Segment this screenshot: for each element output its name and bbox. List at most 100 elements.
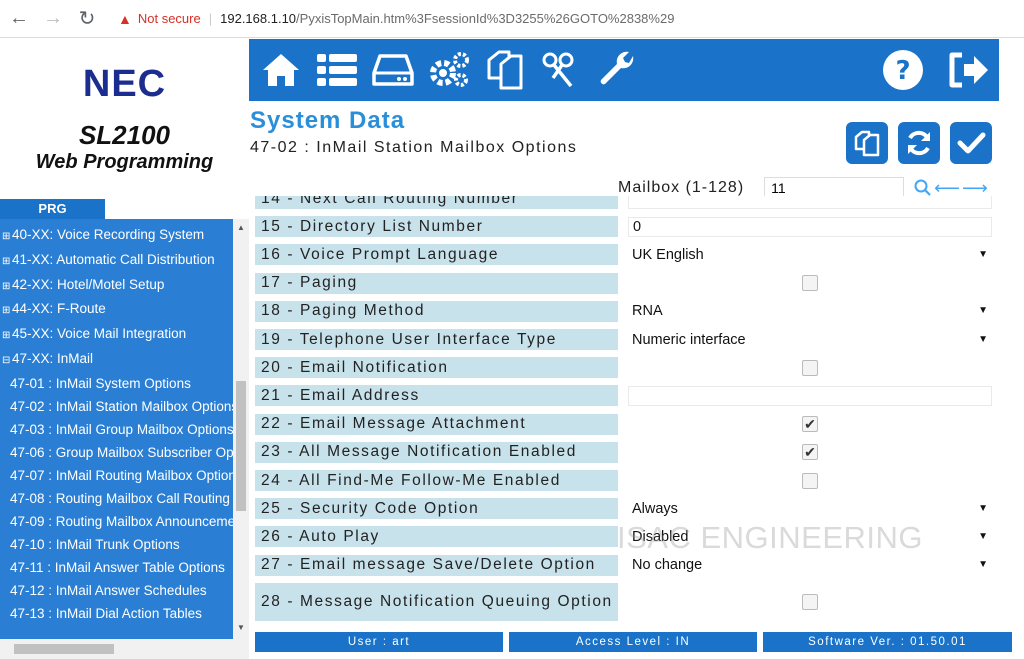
setting-row: 22 - Email Message Attachment ✔ [255,413,995,435]
refresh-button[interactable] [898,122,940,164]
setting-checkbox[interactable]: ✔ [802,416,818,433]
sidebar-subitem[interactable]: 47-01 : InMail System Options [0,372,249,395]
setting-checkbox[interactable]: ✔ [802,444,818,461]
dropdown-caret-icon: ▼ [978,559,988,571]
sidebar-hscrollbar[interactable] [0,639,249,659]
wrench-icon[interactable] [593,46,641,94]
reload-icon[interactable]: ↻ [72,4,102,34]
sidebar-item-group[interactable]: ⊞ 45-XX: Voice Mail Integration [0,322,249,347]
setting-text-input[interactable] [628,385,992,406]
scroll-down-icon[interactable]: ▼ [237,623,245,632]
sidebar-subitem[interactable]: 47-12 : InMail Answer Schedules [0,579,249,602]
sidebar-subitem[interactable]: 47-10 : InMail Trunk Options [0,533,249,556]
sidebar-item-label: 47-XX: InMail [12,350,94,366]
page-title: System Data [250,107,406,134]
sidebar-subitem[interactable]: 47-02 : InMail Station Mailbox Options [0,395,249,418]
scissors-icon[interactable] [537,46,585,94]
sidebar-subitem[interactable]: 47-08 : Routing Mailbox Call Routing [0,487,249,510]
setting-label: 27 - Email message Save/Delete Option [255,554,618,576]
setting-checkbox[interactable] [802,593,818,610]
sidebar-subitem[interactable]: 47-03 : InMail Group Mailbox Options [0,418,249,441]
setting-label: 20 - Email Notification [255,357,618,379]
brand-logo: NEC [82,63,167,105]
url-host: 192.168.1.10 [220,11,297,26]
setting-checkbox[interactable] [802,472,818,489]
status-software-version: Software Ver. : 01.50.01 [763,632,1012,652]
select-value: RNA [632,303,663,320]
expand-icon[interactable]: ⊞ [2,324,12,347]
sidebar-item-label: 45-XX: Voice Mail Integration [12,326,187,342]
setting-select[interactable]: Always ▼ [628,498,992,519]
address-bar[interactable]: ▲ Not secure | 192.168.1.10 /PyxisTopMai… [118,5,674,33]
sidebar-subitem[interactable]: 47-07 : InMail Routing Mailbox Options [0,464,249,487]
dropdown-caret-icon: ▼ [978,530,988,542]
setting-row: 21 - Email Address [255,385,995,407]
gears-icon[interactable] [425,46,473,94]
expand-icon[interactable]: ⊞ [2,275,12,298]
search-icon[interactable] [914,179,932,197]
setting-label: 26 - Auto Play [255,526,618,548]
setting-text-input[interactable]: 0 [628,216,992,237]
sidebar-scrollbar[interactable]: ▲ ▼ [233,219,249,639]
sidebar-item-group[interactable]: ⊟ 47-XX: InMail [0,347,249,372]
copy-button[interactable] [846,122,888,164]
forward-icon[interactable]: → [38,4,68,34]
scroll-thumb[interactable] [236,381,246,511]
sidebar-item-label: 42-XX: Hotel/Motel Setup [12,276,165,292]
hscroll-thumb[interactable] [14,644,114,654]
setting-text-input[interactable] [628,196,992,209]
collapse-icon[interactable]: ⊟ [2,349,12,372]
settings-table: 14 - Next Call Routing Number 15 - Direct… [255,196,995,628]
select-value: No change [632,557,703,574]
setting-row: 14 - Next Call Routing Number [255,196,995,209]
setting-label: 23 - All Message Notification Enabled [255,441,618,463]
logout-icon[interactable] [945,46,993,94]
setting-select[interactable]: Numeric interface ▼ [628,329,992,350]
expand-icon[interactable]: ⊞ [2,299,12,322]
back-icon[interactable]: ← [4,4,34,34]
sidebar-subitem[interactable]: 47-06 : Group Mailbox Subscriber Options [0,441,249,464]
setting-label: 18 - Paging Method [255,300,618,322]
home-icon[interactable] [257,46,305,94]
setting-select[interactable]: UK English ▼ [628,244,992,265]
sidebar-item-label: 40-XX: Voice Recording System [12,227,205,242]
list-icon[interactable] [313,46,361,94]
dropdown-caret-icon: ▼ [978,502,988,514]
help-icon[interactable]: ? [879,46,927,94]
apply-button[interactable] [950,122,992,164]
sidebar-item-group[interactable]: ⊞ 42-XX: Hotel/Motel Setup [0,273,249,298]
setting-label: 21 - Email Address [255,385,618,407]
sidebar-subitem[interactable]: 47-13 : InMail Dial Action Tables [0,602,249,625]
sidebar-item-label: 44-XX: F-Route [12,301,106,317]
sidebar-subitem[interactable]: 47-11 : InMail Answer Table Options [0,556,249,579]
action-buttons [846,122,992,164]
sidebar-subitem[interactable]: 47-09 : Routing Mailbox Announcement [0,510,249,533]
setting-select[interactable]: No change ▼ [628,555,992,576]
sidebar-item-group[interactable]: ⊞ 40-XX: Voice Recording System [0,223,249,248]
setting-select[interactable]: RNA ▼ [628,301,992,322]
setting-row: 20 - Email Notification [255,357,995,379]
dropdown-caret-icon: ▼ [978,333,988,345]
select-value: Always [632,500,678,517]
url-path: /PyxisTopMain.htm%3FsessionId%3D3255%26G… [296,11,675,26]
setting-label: 17 - Paging [255,272,618,294]
setting-row: 23 - All Message Notification Enabled ✔ [255,441,995,463]
copy-icon[interactable] [481,46,529,94]
address-separator: | [208,11,213,26]
model-name: SL2100 [78,120,171,150]
setting-row: 15 - Directory List Number 0 [255,216,995,238]
prg-tab[interactable]: PRG [0,199,105,219]
scroll-up-icon[interactable]: ▲ [237,223,245,232]
expand-icon[interactable]: ⊞ [2,250,12,273]
setting-checkbox[interactable] [802,275,818,292]
drive-icon[interactable] [369,46,417,94]
warning-icon: ▲ [118,10,132,27]
expand-icon[interactable]: ⊞ [2,225,12,248]
setting-row: 19 - Telephone User Interface Type Numeri… [255,329,995,350]
setting-checkbox[interactable] [802,359,818,376]
setting-row: 27 - Email message Save/Delete Option No … [255,554,995,576]
sidebar-item-group[interactable]: ⊞ 41-XX: Automatic Call Distribution [0,248,249,273]
setting-row: 24 - All Find-Me Follow-Me Enabled [255,470,995,491]
status-user: User : art [255,632,503,652]
sidebar-item-group[interactable]: ⊞ 44-XX: F-Route [0,297,249,322]
